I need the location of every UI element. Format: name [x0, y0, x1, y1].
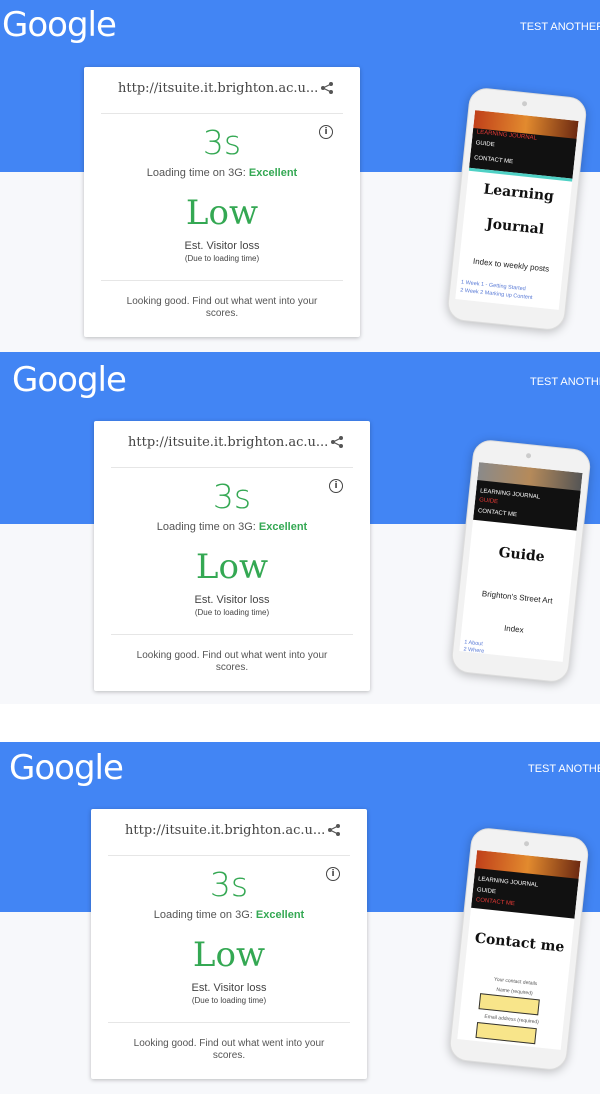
site-heading-line: Learning: [482, 181, 555, 205]
nav-item: LEARNING JOURNAL: [477, 876, 539, 889]
visitor-loss-value: Low: [192, 935, 266, 975]
divider: [111, 634, 353, 635]
load-time-label: Loading time on 3G: Excellent: [91, 909, 367, 921]
visitor-loss-value: Low: [195, 547, 269, 587]
load-time-label: Loading time on 3G: Excellent: [94, 521, 370, 533]
google-logo[interactable]: Google: [9, 748, 124, 788]
site-heading-line: Contact me: [474, 930, 566, 956]
share-icon[interactable]: [330, 435, 344, 449]
phone-preview: LEARNING JOURNAL GUIDE CONTACT ME Learni…: [446, 86, 588, 332]
test-another-button[interactable]: TEST ANOTHER: [528, 763, 600, 775]
camera-icon: [525, 452, 532, 459]
load-time-rating: Excellent: [258, 521, 308, 533]
load-time-rating: Excellent: [248, 167, 298, 179]
site-link: 2 Where: [463, 646, 485, 655]
phone-screen: LEARNING JOURNAL GUIDE CONTACT ME Guide …: [459, 462, 583, 662]
summary-text: Looking good. Find out what went into yo…: [133, 1038, 325, 1061]
nav-item: CONTACT ME: [473, 155, 514, 166]
divider: [108, 855, 350, 856]
load-time-prefix: Loading time on 3G:: [146, 167, 246, 179]
nav-item: CONTACT ME: [475, 897, 516, 908]
visitor-loss-label: Est. Visitor loss: [184, 240, 260, 252]
panel-separator: [0, 704, 600, 742]
test-another-button[interactable]: TEST ANOTHER: [530, 376, 600, 388]
tested-url: http://itsuite.it.brighton.ac.u...: [118, 81, 319, 96]
load-time-rating: Excellent: [255, 909, 305, 921]
divider: [108, 1022, 350, 1023]
visitor-loss-note: (Due to loading time): [194, 608, 270, 617]
visitor-loss-note: (Due to loading time): [191, 996, 267, 1005]
load-time-label: Loading time on 3G: Excellent: [84, 167, 360, 179]
site-heading-line: Guide: [497, 544, 546, 566]
visitor-loss-note: (Due to loading time): [184, 254, 260, 263]
speed-card: http://itsuite.it.brighton.ac.u... i 3s …: [84, 67, 360, 337]
divider: [101, 280, 343, 281]
load-time-value: 3s: [209, 865, 249, 904]
phone-screen: LEARNING JOURNAL GUIDE CONTACT ME Learni…: [455, 110, 579, 310]
nav-item: GUIDE: [475, 140, 495, 149]
visitor-loss-label: Est. Visitor loss: [194, 594, 270, 606]
phone-screen: LEARNING JOURNAL GUIDE CONTACT ME Contac…: [457, 850, 581, 1050]
divider: [111, 467, 353, 468]
nav-item: CONTACT ME: [477, 508, 518, 519]
share-icon[interactable]: [327, 823, 341, 837]
camera-icon: [523, 840, 530, 847]
email-field[interactable]: [475, 1022, 537, 1045]
report-panel-3: Google TEST ANOTHER http://itsuite.it.br…: [0, 742, 600, 1094]
speed-card: http://itsuite.it.brighton.ac.u... i 3s …: [91, 809, 367, 1079]
visitor-loss-label: Est. Visitor loss: [191, 982, 267, 994]
load-time-prefix: Loading time on 3G:: [156, 521, 256, 533]
nav-item: GUIDE: [478, 497, 499, 506]
site-subheading: Brighton's Street Art: [481, 589, 553, 606]
tested-url: http://itsuite.it.brighton.ac.u...: [128, 435, 329, 450]
phone-preview: LEARNING JOURNAL GUIDE CONTACT ME Contac…: [448, 826, 590, 1072]
tested-url: http://itsuite.it.brighton.ac.u...: [125, 823, 326, 838]
camera-icon: [521, 100, 528, 107]
speed-card: http://itsuite.it.brighton.ac.u... i 3s …: [94, 421, 370, 691]
phone-preview: LEARNING JOURNAL GUIDE CONTACT ME Guide …: [450, 438, 592, 684]
divider: [101, 113, 343, 114]
load-time-prefix: Loading time on 3G:: [153, 909, 253, 921]
summary-text: Looking good. Find out what went into yo…: [136, 650, 328, 673]
report-panel-2: Google TEST ANOTHER http://itsuite.it.br…: [0, 352, 600, 704]
nav-item: GUIDE: [476, 887, 497, 896]
google-logo[interactable]: Google: [12, 360, 127, 400]
google-logo[interactable]: Google: [2, 5, 117, 45]
test-another-button[interactable]: TEST ANOTHER U: [520, 21, 600, 33]
visitor-loss-value: Low: [185, 193, 259, 233]
site-heading-line: Journal: [485, 215, 545, 238]
load-time-value: 3s: [212, 477, 252, 516]
load-time-value: 3s: [202, 123, 242, 162]
site-subheading: Index to weekly posts: [472, 256, 550, 274]
report-panel-1: Google TEST ANOTHER U http://itsuite.it.…: [0, 0, 600, 352]
share-icon[interactable]: [320, 81, 334, 95]
summary-text: Looking good. Find out what went into yo…: [126, 296, 318, 319]
site-subheading: Index: [503, 623, 525, 635]
